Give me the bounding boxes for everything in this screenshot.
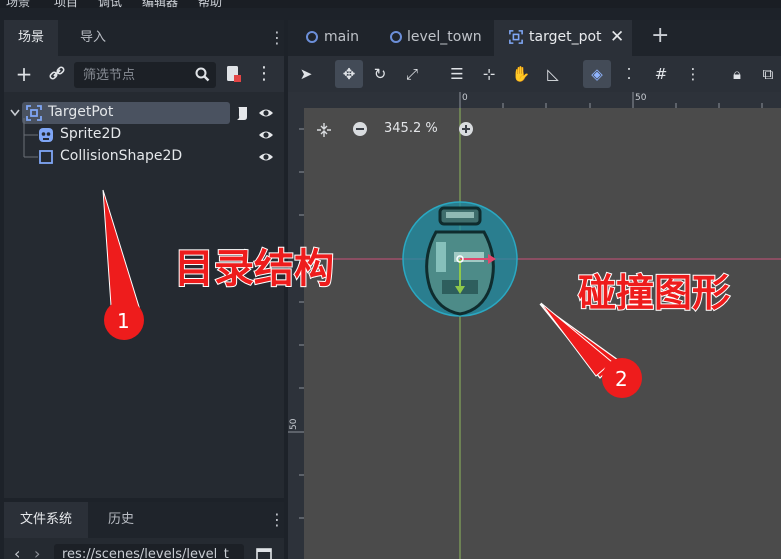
annotation-marker-1: 1 xyxy=(117,309,130,333)
annotation-marker-2: 2 xyxy=(615,367,628,391)
annotation-label-tree: 目录结构 xyxy=(173,245,335,293)
annotation-label-collision: 碰撞图形 xyxy=(577,270,731,316)
